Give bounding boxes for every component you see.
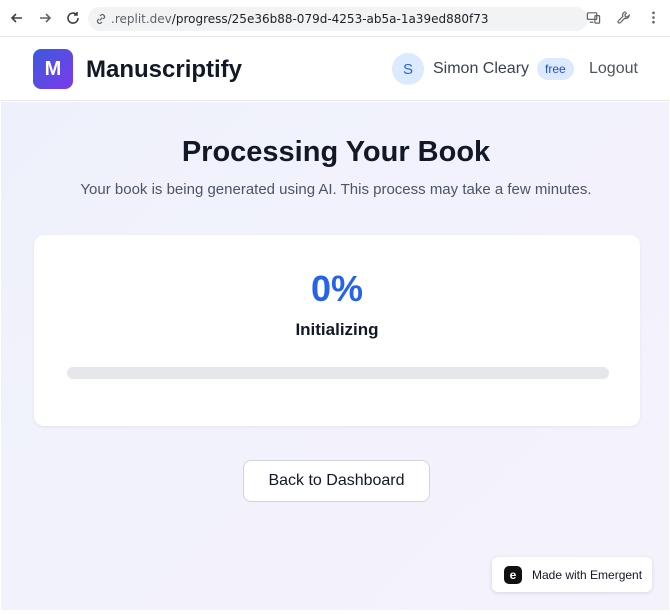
made-with-label: Made with Emergent xyxy=(532,567,643,582)
devices-icon[interactable] xyxy=(584,8,602,26)
progress-stage: Initializing xyxy=(295,320,379,339)
back-to-dashboard-button[interactable]: Back to Dashboard xyxy=(243,460,430,502)
progress-bar xyxy=(67,367,609,379)
url-path: /progress/25e36b88-079d-4253-ab5a-1a39ed… xyxy=(171,12,489,26)
more-icon[interactable] xyxy=(644,8,662,26)
made-with-emergent-badge[interactable]: e Made with Emergent xyxy=(492,557,652,592)
user-name: Simon Cleary xyxy=(433,60,530,77)
plan-badge: free xyxy=(537,58,574,80)
browser-toolbar: .replit.dev/progress/25e36b88-079d-4253-… xyxy=(0,0,670,37)
emergent-logo-icon: e xyxy=(504,565,522,584)
address-bar[interactable]: .replit.dev/progress/25e36b88-079d-4253-… xyxy=(88,7,588,31)
avatar: S xyxy=(392,53,424,85)
page-subtitle: Your book is being generated using AI. T… xyxy=(80,181,592,198)
wrench-icon[interactable] xyxy=(614,8,632,26)
main-content: Processing Your Book Your book is being … xyxy=(1,102,669,610)
app-header: M Manuscriptify S Simon Cleary free Logo… xyxy=(1,38,669,101)
page-title: Processing Your Book xyxy=(181,136,491,168)
link-icon xyxy=(94,12,108,26)
logout-button[interactable]: Logout xyxy=(589,60,638,78)
brand-name[interactable]: Manuscriptify xyxy=(86,56,242,84)
progress-card: 0% Initializing xyxy=(34,235,640,426)
forward-arrow-icon[interactable] xyxy=(34,7,56,29)
reload-icon[interactable] xyxy=(62,7,84,29)
back-arrow-icon[interactable] xyxy=(6,7,28,29)
logo[interactable]: M xyxy=(33,49,73,89)
progress-percent: 0% xyxy=(310,268,364,309)
url-host: .replit.dev xyxy=(111,12,172,26)
